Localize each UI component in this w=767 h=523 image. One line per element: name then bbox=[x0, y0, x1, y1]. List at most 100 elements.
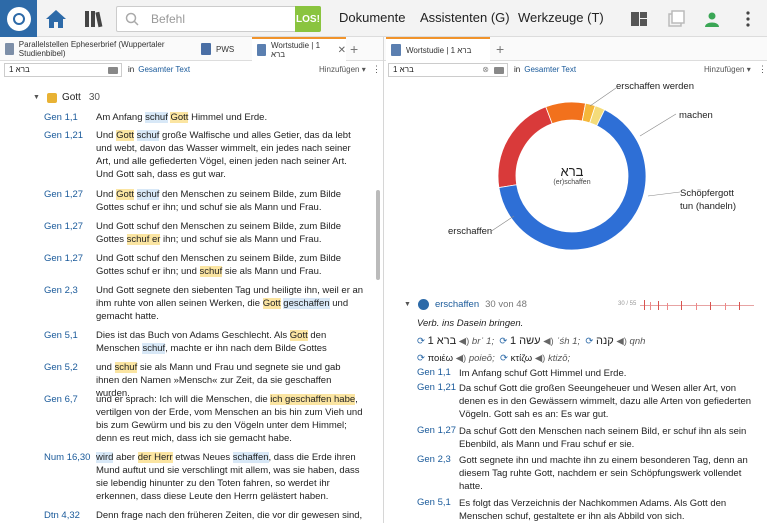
library-icon[interactable] bbox=[80, 4, 108, 34]
lemma-word[interactable]: ποιέω bbox=[428, 353, 453, 364]
verse-fragment: und bbox=[96, 362, 115, 373]
reference-input[interactable]: 1 ברא bbox=[4, 62, 122, 77]
verse-reference[interactable]: Gen 1,27 bbox=[44, 221, 83, 232]
verse-text: Dies ist das Buch von Adams Geschlecht. … bbox=[96, 329, 366, 355]
verse-reference[interactable]: Dtn 4,32 bbox=[44, 510, 80, 521]
in-label-right: in bbox=[514, 65, 521, 74]
verse-text: und er sprach: Ich will die Menschen, di… bbox=[96, 393, 366, 445]
command-box[interactable]: Befehl LOS! bbox=[116, 6, 321, 32]
verse-fragment: ihn; und schuf sie als Mann und Frau. bbox=[160, 234, 322, 245]
verse-reference[interactable]: Gen 6,7 bbox=[44, 394, 78, 405]
add-dropdown[interactable]: Hinzufügen ▾ bbox=[319, 65, 366, 74]
sense-title[interactable]: erschaffen bbox=[435, 299, 479, 310]
right-reference-input[interactable]: 1 ברא ⊗ bbox=[388, 62, 508, 77]
add-tab-button[interactable]: + bbox=[350, 41, 358, 57]
verse-reference[interactable]: Gen 1,21 bbox=[44, 130, 83, 141]
tab-parallelstellen[interactable]: Parallelstellen Epheserbrief (Wuppertale… bbox=[0, 37, 190, 61]
verse-fragment: Und bbox=[96, 189, 117, 200]
lemma-translit: ʿśh 1; bbox=[556, 336, 581, 347]
verse-reference[interactable]: Gen 5,1 bbox=[417, 497, 451, 508]
user-status-icon[interactable] bbox=[702, 9, 722, 29]
lemma-icon: ⟳ bbox=[585, 336, 594, 347]
audio-icon[interactable]: ◀) bbox=[543, 336, 553, 347]
home-icon[interactable] bbox=[40, 4, 72, 34]
verse-text: Und Gott schuf den Menschen zu seinem Bi… bbox=[96, 220, 366, 246]
verse-fragment: Am Anfang bbox=[96, 112, 146, 123]
verse-reference[interactable]: Gen 5,1 bbox=[44, 330, 78, 341]
lemma-word[interactable]: עשה 1 bbox=[510, 335, 541, 347]
scope-selector-right[interactable]: Gesamter Text bbox=[524, 65, 576, 74]
collapse-icon[interactable]: ▼ bbox=[33, 94, 40, 101]
lemma-icon: ⟳ bbox=[500, 353, 508, 364]
lemma-translit: brʾ 1; bbox=[471, 336, 495, 347]
verse-fragment: schuf bbox=[142, 343, 166, 354]
scope-selector[interactable]: Gesamter Text bbox=[138, 65, 190, 74]
menu-documents[interactable]: Dokumente bbox=[339, 10, 405, 25]
verse-reference[interactable]: Gen 1,21 bbox=[417, 382, 456, 393]
more-options-icon-right[interactable]: ⋮ bbox=[758, 64, 767, 75]
lemma-word[interactable]: קנה bbox=[596, 335, 614, 347]
verse-fragment: aber bbox=[113, 452, 138, 463]
close-icon[interactable]: ✕ bbox=[338, 45, 346, 56]
verse-reference[interactable]: Gen 1,1 bbox=[417, 367, 451, 378]
layout-icon[interactable] bbox=[629, 9, 649, 29]
add-tab-button-right[interactable]: + bbox=[496, 41, 504, 57]
sense-icon bbox=[417, 299, 429, 310]
app-logo-icon[interactable] bbox=[0, 0, 37, 37]
verse-fragment: etwas Neues bbox=[172, 452, 233, 463]
verse-text: wird aber der Herr etwas Neues schaffen,… bbox=[96, 451, 366, 503]
verse-reference[interactable]: Gen 1,27 bbox=[417, 425, 456, 436]
go-button[interactable]: LOS! bbox=[295, 6, 321, 32]
right-tab-strip: Wortstudie | 1 ברא bbox=[384, 37, 767, 61]
verse-fragment: und er sprach: Ich will die Menschen, di… bbox=[96, 394, 271, 405]
audio-icon[interactable]: ◀) bbox=[456, 353, 466, 364]
menu-tools[interactable]: Werkzeuge (T) bbox=[518, 10, 604, 25]
lemma-word[interactable]: ברא 1 bbox=[428, 335, 457, 347]
book-icon bbox=[201, 43, 211, 55]
keyboard-icon[interactable] bbox=[108, 66, 118, 74]
word-study-icon bbox=[257, 44, 266, 56]
verse-reference[interactable]: Gen 1,1 bbox=[44, 112, 78, 123]
menu-assistants[interactable]: Assistenten (G) bbox=[420, 10, 510, 25]
tab-pws[interactable]: PWS bbox=[196, 37, 250, 61]
sense-header[interactable]: ▼ erschaffen 30 von 48 bbox=[404, 299, 527, 310]
lemma-translit: ktizō; bbox=[547, 353, 571, 364]
lemma-list: ⟳ ברא 1 ◀) brʾ 1; ⟳ עשה 1 ◀) ʿśh 1; ⟳ קנ… bbox=[417, 333, 757, 367]
verse-reference[interactable]: Gen 5,2 bbox=[44, 362, 78, 373]
lemma-word[interactable]: κτίζω bbox=[511, 353, 533, 364]
more-menu-icon[interactable] bbox=[738, 9, 758, 29]
top-toolbar: Befehl LOS! Dokumente Assistenten (G) We… bbox=[0, 0, 767, 37]
verse-text: Es folgt das Verzeichnis der Nachkommen … bbox=[459, 498, 727, 522]
add-dropdown-right[interactable]: Hinzufügen ▾ bbox=[704, 65, 751, 74]
lemma-icon: ⟳ bbox=[499, 336, 508, 347]
leader-lines bbox=[490, 87, 681, 233]
collapse-icon[interactable]: ▼ bbox=[404, 301, 411, 308]
lemma-translit: qnh bbox=[629, 336, 646, 347]
sync-panel-icon[interactable] bbox=[666, 9, 686, 29]
verse-reference[interactable]: Gen 1,27 bbox=[44, 189, 83, 200]
verse-fragment: schuf bbox=[199, 266, 223, 277]
tab-wortstudie-right[interactable]: Wortstudie | 1 ברא bbox=[386, 37, 490, 61]
panel-divider[interactable] bbox=[383, 37, 384, 523]
command-input[interactable]: Befehl bbox=[151, 12, 185, 26]
group-header[interactable]: ▼ Gott 30 bbox=[33, 92, 100, 103]
verse-fragment: geschaffen bbox=[283, 298, 330, 309]
audio-icon[interactable]: ◀) bbox=[535, 353, 545, 364]
audio-icon[interactable]: ◀) bbox=[459, 336, 469, 347]
more-options-icon[interactable]: ⋮ bbox=[372, 64, 381, 75]
audio-icon[interactable]: ◀) bbox=[616, 336, 626, 347]
verse-text: Im Anfang schuf Gott Himmel und Erde. bbox=[459, 368, 627, 379]
sense-count: 30 von 48 bbox=[485, 299, 527, 310]
clear-icon[interactable]: ⊗ bbox=[482, 65, 489, 74]
scrollbar[interactable] bbox=[376, 190, 380, 280]
verse-reference[interactable]: Gen 2,3 bbox=[44, 285, 78, 296]
keyboard-icon[interactable] bbox=[494, 66, 504, 74]
verse-text: Denn frage nach den früheren Zeiten, die… bbox=[96, 509, 366, 522]
in-label: in bbox=[128, 65, 135, 74]
verse-reference[interactable]: Gen 2,3 bbox=[417, 454, 451, 465]
verse-fragment: Denn frage nach den früheren Zeiten, die… bbox=[96, 510, 363, 521]
verse-reference[interactable]: Num 16,30 bbox=[44, 452, 90, 463]
verse-reference[interactable]: Gen 1,27 bbox=[44, 253, 83, 264]
verse-text: Da schuf Gott den Menschen nach seinem B… bbox=[459, 426, 747, 450]
tab-wortstudie-left[interactable]: Wortstudie | 1 ברא ✕ bbox=[252, 37, 346, 61]
